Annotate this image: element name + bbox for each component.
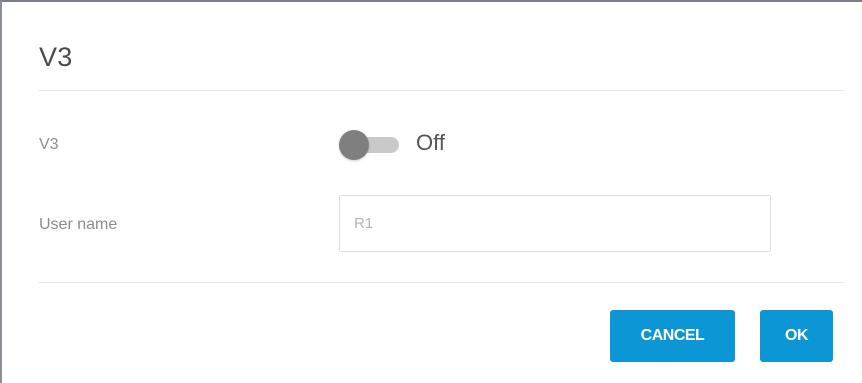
dialog-title: V3 bbox=[39, 42, 73, 72]
toggle-state-text: Off bbox=[416, 130, 445, 155]
ok-button[interactable]: OK bbox=[760, 310, 833, 362]
cancel-button[interactable]: CANCEL bbox=[610, 310, 735, 362]
v3-dialog: V3 V3 Off User name CANCEL OK bbox=[0, 0, 862, 383]
v3-label: V3 bbox=[39, 136, 59, 153]
v3-toggle[interactable] bbox=[339, 130, 401, 160]
toggle-knob bbox=[339, 130, 369, 160]
user-name-input[interactable] bbox=[339, 195, 771, 252]
footer-divider bbox=[39, 282, 844, 283]
title-divider bbox=[39, 90, 844, 91]
user-name-label: User name bbox=[39, 216, 118, 233]
